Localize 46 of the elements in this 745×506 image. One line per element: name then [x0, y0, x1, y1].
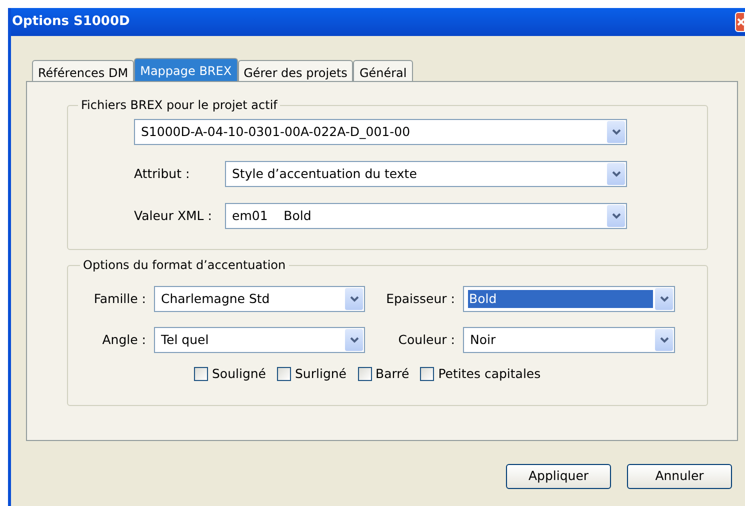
- dropdown[interactable]: Noir: [463, 327, 675, 353]
- dropdown[interactable]: Tel quel: [154, 327, 365, 353]
- tab[interactable]: Général: [353, 60, 413, 81]
- tab[interactable]: Références DM: [32, 60, 134, 81]
- chevron-down-icon: [612, 171, 620, 177]
- checkbox[interactable]: [277, 367, 291, 382]
- checkbox[interactable]: [194, 367, 208, 382]
- dropdown-value: Bold: [468, 290, 653, 308]
- chevron-down-icon: [350, 296, 358, 302]
- checkbox-label: Petites capitales: [438, 365, 541, 383]
- tab[interactable]: Mappage BREX: [134, 58, 238, 81]
- dropdown[interactable]: em01 Bold: [225, 203, 627, 229]
- checkbox-label: Surligné: [295, 365, 346, 383]
- field-label: Famille :: [94, 290, 146, 308]
- dialog-button[interactable]: Appliquer: [506, 464, 611, 489]
- checkbox-label: Souligné: [212, 365, 266, 383]
- dropdown-value: em01 Bold: [231, 206, 312, 225]
- tab[interactable]: Gérer des projets: [238, 60, 354, 81]
- checkbox[interactable]: [420, 367, 434, 382]
- field-label: Couleur :: [398, 330, 455, 349]
- dropdown-value: Style d’accentuation du texte: [231, 164, 418, 183]
- dialog-button[interactable]: Annuler: [627, 464, 732, 489]
- dropdown-value: Tel quel: [160, 330, 210, 349]
- field-label: Valeur XML :: [134, 206, 213, 225]
- group-title: Fichiers BREX pour le projet actif: [80, 97, 279, 114]
- dropdown-value: Charlemagne Std: [160, 290, 271, 308]
- dropdown-value: S1000D-A-04-10-0301-00A-022A-D_001-00: [140, 122, 412, 141]
- chevron-down-icon: [612, 213, 620, 219]
- field-label: Attribut :: [134, 164, 191, 183]
- checkbox[interactable]: [358, 367, 372, 382]
- group-title: Options du format d’accentuation: [82, 257, 287, 274]
- dropdown[interactable]: Bold: [463, 286, 675, 312]
- dropdown[interactable]: Charlemagne Std: [154, 286, 365, 312]
- dropdown[interactable]: Style d’accentuation du texte: [225, 161, 627, 187]
- close-icon: [736, 17, 744, 27]
- field-label: Epaisseur :: [386, 290, 455, 308]
- close-button[interactable]: [735, 12, 745, 32]
- dropdown-value: Noir: [469, 330, 497, 349]
- checkbox-label: Barré: [376, 365, 410, 383]
- chevron-down-icon: [612, 129, 620, 135]
- window-title: Options S1000D: [12, 13, 130, 32]
- chevron-down-icon: [660, 296, 668, 302]
- field-label: Angle :: [102, 330, 146, 349]
- dropdown[interactable]: S1000D-A-04-10-0301-00A-022A-D_001-00: [134, 119, 627, 145]
- chevron-down-icon: [350, 337, 358, 343]
- chevron-down-icon: [660, 337, 668, 343]
